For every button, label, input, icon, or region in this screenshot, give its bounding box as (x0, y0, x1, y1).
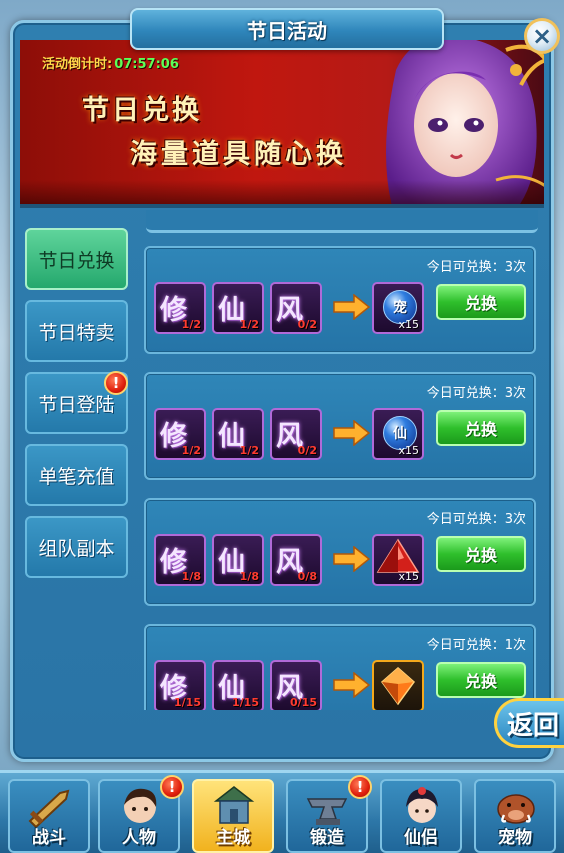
material-count: 0/8 (297, 570, 317, 583)
gold-gem-icon (380, 667, 416, 706)
material-item[interactable]: 仙 1/2 (212, 408, 264, 460)
material-item[interactable]: 修 1/2 (154, 282, 206, 334)
material-count: 1/15 (232, 696, 259, 709)
material-item[interactable]: 仙 1/15 (212, 660, 264, 710)
tab-team-dungeon[interactable]: 组队副本 (25, 516, 128, 578)
daily-quota: 今日可兑换：3次 (426, 512, 526, 527)
alert-badge-icon: ! (160, 775, 184, 799)
nav-forge[interactable]: 锻造 ! (286, 775, 372, 853)
material-count: 1/2 (239, 318, 259, 331)
close-button[interactable]: × (524, 18, 560, 54)
nav-companion[interactable]: 仙侣 (380, 779, 462, 853)
arrow-right-icon (333, 546, 370, 572)
bottom-nav-bar: 战斗 人物 ! 主城 锻造 ! 仙侣 宠物 (0, 770, 564, 853)
banner-headline-1: 节日兑换 (82, 95, 202, 126)
close-icon: × (531, 22, 553, 50)
tab-label: 单笔充值 (38, 465, 115, 488)
arrow-right-icon (333, 420, 370, 446)
exchange-row: 今日可兑换：1次 修 1/15 仙 1/15 风 0/15 兑换 (144, 624, 536, 710)
material-item[interactable]: 修 1/8 (154, 534, 206, 586)
arrow-right-icon (333, 672, 370, 698)
material-count: 0/2 (297, 318, 317, 331)
alert-badge-icon: ! (104, 371, 128, 395)
tab-festival-exchange[interactable]: 节日兑换 (25, 228, 128, 290)
reward-item[interactable]: x15 (372, 534, 424, 586)
material-item[interactable]: 仙 1/8 (212, 534, 264, 586)
tab-label: 节日特卖 (38, 321, 115, 344)
exchange-row: 今日可兑换：3次 修 1/8 仙 1/8 风 0/8 x15 兑换 (144, 498, 536, 606)
countdown-time: 07:57:06 (114, 57, 179, 72)
exchange-row: 今日可兑换：3次 修 1/2 仙 1/2 风 0/2 仙 x15 兑换 (144, 372, 536, 480)
reward-item[interactable] (372, 660, 424, 710)
list-row-partial (146, 210, 538, 233)
exchange-button[interactable]: 兑换 (436, 410, 526, 446)
countdown-label: 活动倒计时: (42, 57, 113, 72)
daily-quota: 今日可兑换：1次 (426, 638, 526, 653)
material-count: 1/15 (174, 696, 201, 709)
material-count: 1/8 (239, 570, 259, 583)
reward-item[interactable]: 宠 x15 (372, 282, 424, 334)
material-item[interactable]: 风 0/8 (270, 534, 322, 586)
material-count: 1/8 (181, 570, 201, 583)
material-item[interactable]: 风 0/15 (270, 660, 322, 710)
nav-battle[interactable]: 战斗 (8, 779, 90, 853)
tab-label: 节日兑换 (38, 249, 115, 272)
material-count: 1/2 (181, 318, 201, 331)
event-banner: 活动倒计时: 07:57:06 节日兑换 海量道具随心换 (20, 40, 544, 208)
return-button[interactable]: 返回 (494, 698, 564, 748)
countdown: 活动倒计时: 07:57:06 (42, 53, 179, 72)
daily-quota: 今日可兑换：3次 (426, 260, 526, 275)
material-count: 1/2 (239, 444, 259, 457)
nav-pet[interactable]: 宠物 (474, 779, 556, 853)
tab-festival-sale[interactable]: 节日特卖 (25, 300, 128, 362)
tab-label: 节日登陆 (38, 393, 115, 416)
material-item[interactable]: 修 1/2 (154, 408, 206, 460)
material-item[interactable]: 仙 1/2 (212, 282, 264, 334)
material-item[interactable]: 修 1/15 (154, 660, 206, 710)
arrow-right-icon (333, 294, 370, 320)
dialog-title-text: 节日活动 (247, 18, 327, 43)
exchange-list[interactable]: 今日可兑换：3次 修 1/2 仙 1/2 风 0/2 宠 x15 兑换 今日可兑… (138, 210, 542, 710)
daily-quota: 今日可兑换：3次 (426, 386, 526, 401)
alert-badge-icon: ! (348, 775, 372, 799)
exchange-button[interactable]: 兑换 (436, 536, 526, 572)
exchange-button[interactable]: 兑换 (436, 662, 526, 698)
material-count: 1/2 (181, 444, 201, 457)
exchange-button[interactable]: 兑换 (436, 284, 526, 320)
material-count: 0/2 (297, 444, 317, 457)
reward-count: x15 (398, 444, 419, 457)
exchange-row: 今日可兑换：3次 修 1/2 仙 1/2 风 0/2 宠 x15 兑换 (144, 246, 536, 354)
reward-count: x15 (398, 570, 419, 583)
reward-count: x15 (398, 318, 419, 331)
tab-single-recharge[interactable]: 单笔充值 (25, 444, 128, 506)
banner-headline-2: 海量道具随心换 (130, 139, 347, 170)
material-item[interactable]: 风 0/2 (270, 408, 322, 460)
dialog-title: 节日活动 (130, 8, 444, 50)
tab-label: 组队副本 (38, 537, 115, 560)
character-portrait-illustration (386, 40, 544, 204)
material-count: 0/15 (290, 696, 317, 709)
nav-character[interactable]: 人物 ! (98, 775, 184, 853)
material-item[interactable]: 风 0/2 (270, 282, 322, 334)
nav-main-city[interactable]: 主城 (192, 779, 274, 853)
reward-item[interactable]: 仙 x15 (372, 408, 424, 460)
